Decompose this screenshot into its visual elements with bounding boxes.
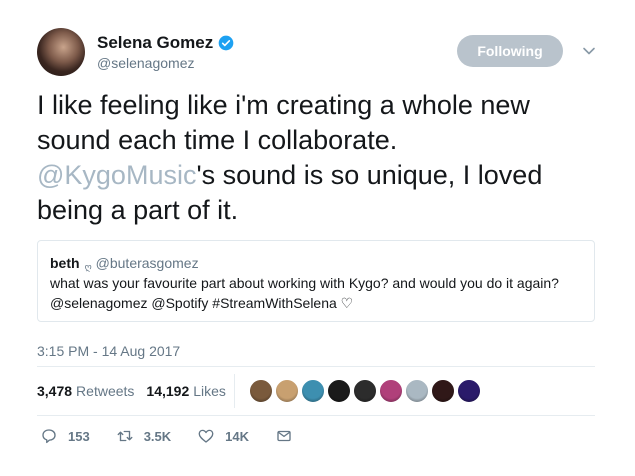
- reply-icon: [42, 429, 56, 444]
- tweet-line: being a part of it.: [37, 195, 239, 225]
- tweet-timestamp[interactable]: 3:15 PM - 14 Aug 2017: [37, 343, 180, 359]
- name-row: Selena Gomez: [97, 33, 234, 53]
- profile-avatar[interactable]: [37, 28, 85, 76]
- likes-stat[interactable]: 14,192 Likes: [146, 383, 226, 399]
- tweet-line: sound each time I collaborate.: [37, 125, 398, 155]
- envelope-icon: [277, 430, 291, 442]
- quoted-tweet-header: beth ღ @buterasgomez: [50, 253, 582, 273]
- mention-link[interactable]: @KygoMusic: [37, 160, 196, 190]
- verified-badge-icon: [218, 35, 234, 51]
- quoted-name-glyph: ღ: [84, 262, 92, 272]
- tweet-line: @KygoMusic's sound is so unique, I loved: [37, 158, 612, 193]
- tweet-actions: 153 3.5K 14K: [40, 427, 329, 445]
- like-button[interactable]: 14K: [197, 427, 249, 445]
- heart-icon: [198, 429, 214, 443]
- liker-avatar[interactable]: [327, 379, 351, 403]
- liker-avatar[interactable]: [353, 379, 377, 403]
- retweet-count: 3.5K: [143, 428, 172, 444]
- retweets-count: 3,478: [37, 383, 73, 399]
- stats-separator: [234, 374, 235, 408]
- reply-button[interactable]: 153: [40, 427, 90, 445]
- chevron-down-icon[interactable]: [582, 44, 596, 58]
- retweet-icon: [117, 430, 133, 442]
- following-button[interactable]: Following: [457, 35, 563, 67]
- tweet-line-text: 's sound is so unique, I loved: [196, 160, 543, 190]
- retweet-button[interactable]: 3.5K: [116, 427, 171, 445]
- divider: [37, 415, 595, 416]
- reply-count: 153: [68, 428, 90, 444]
- liker-avatars: [249, 379, 483, 403]
- divider: [37, 366, 595, 367]
- direct-message-button[interactable]: [275, 427, 303, 445]
- retweets-stat[interactable]: 3,478 Retweets: [37, 383, 134, 399]
- tweet-text: I like feeling like i'm creating a whole…: [37, 88, 612, 228]
- liker-avatar[interactable]: [405, 379, 429, 403]
- quoted-handle[interactable]: @buterasgomez: [96, 253, 199, 273]
- engagement-stats: 3,478 Retweets 14,192 Likes: [37, 383, 226, 399]
- liker-avatar[interactable]: [275, 379, 299, 403]
- user-handle[interactable]: @selenagomez: [97, 55, 195, 71]
- liker-avatar[interactable]: [301, 379, 325, 403]
- quoted-display-name[interactable]: beth: [50, 253, 80, 273]
- quoted-tweet[interactable]: beth ღ @buterasgomez what was your favou…: [37, 240, 595, 322]
- liker-avatar[interactable]: [379, 379, 403, 403]
- tweet-line: I like feeling like i'm creating a whole…: [37, 90, 530, 120]
- like-count: 14K: [225, 428, 250, 444]
- quoted-text-line: what was your favourite part about worki…: [50, 275, 559, 291]
- liker-avatar[interactable]: [249, 379, 273, 403]
- likes-label: Likes: [193, 383, 226, 399]
- display-name[interactable]: Selena Gomez: [97, 33, 213, 53]
- likes-count: 14,192: [146, 383, 190, 399]
- quoted-text-line: @selenagomez @Spotify #StreamWithSelena …: [50, 295, 354, 311]
- retweets-label: Retweets: [76, 383, 135, 399]
- liker-avatar[interactable]: [457, 379, 481, 403]
- liker-avatar[interactable]: [431, 379, 455, 403]
